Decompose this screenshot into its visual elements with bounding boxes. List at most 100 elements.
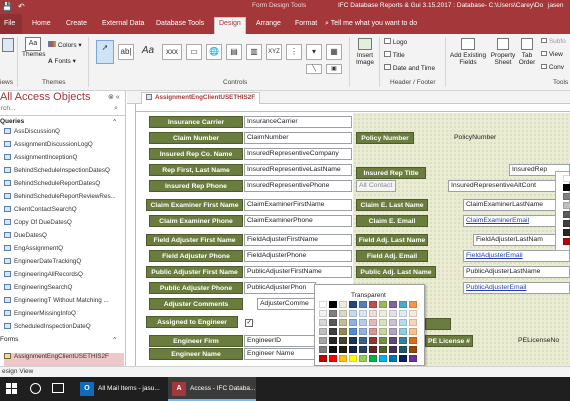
field-adjuster-phone-label[interactable]: Field Adjuster Phone bbox=[149, 250, 243, 262]
subform-button[interactable]: Subfo bbox=[541, 38, 566, 45]
tab-database-tools[interactable]: Database Tools bbox=[152, 18, 208, 29]
nav-item-query[interactable]: AssDiscussionQ bbox=[4, 128, 124, 141]
color-swatch[interactable] bbox=[359, 328, 367, 335]
color-swatch[interactable] bbox=[349, 355, 357, 362]
tab-file[interactable]: File bbox=[0, 14, 22, 34]
button-tool[interactable]: xxx bbox=[162, 44, 182, 60]
insured-rep-phone-field[interactable]: InsuredRepresentivePhone bbox=[244, 180, 352, 192]
insurance-carrier-label[interactable]: Insurance Carrier bbox=[149, 116, 243, 128]
color-swatch[interactable] bbox=[409, 301, 417, 308]
nav-item-query[interactable]: BehindScheduleReportReviewRes... bbox=[4, 193, 124, 206]
tell-me-search[interactable]: ⌕ Tell me what you want to do bbox=[325, 20, 417, 28]
nav-pane-title[interactable]: All Access Objects bbox=[0, 91, 90, 103]
green-label-block[interactable] bbox=[425, 318, 451, 330]
nav-item-query[interactable]: ClientContactSearchQ bbox=[4, 206, 124, 219]
color-swatch[interactable] bbox=[359, 319, 367, 326]
color-swatch[interactable] bbox=[409, 355, 417, 362]
color-swatch[interactable] bbox=[563, 211, 570, 218]
public-adjuster-last-name-field[interactable]: PublicAdjusterLastName bbox=[463, 266, 570, 278]
color-swatch[interactable] bbox=[399, 301, 407, 308]
color-swatch[interactable] bbox=[369, 319, 377, 326]
assigned-to-engineer-checkbox[interactable]: ✓ bbox=[245, 319, 253, 327]
color-swatch[interactable] bbox=[329, 328, 337, 335]
assigned-to-engineer-label[interactable]: Assigned to Engineer bbox=[146, 316, 238, 328]
claim-e-last-name-label[interactable]: Claim E. Last Name bbox=[356, 199, 428, 211]
tab-format[interactable]: Format bbox=[291, 18, 321, 29]
field-adjuster-email-field[interactable]: FieldAdjusterEmail bbox=[463, 250, 570, 262]
public-adjuster-email-field[interactable]: PublicAdjusterEmail bbox=[463, 282, 570, 294]
nav-item-query[interactable]: BehindScheduleInspectionDatesQ bbox=[4, 167, 124, 180]
claim-examiner-first-name-label[interactable]: Claim Examiner First Name bbox=[146, 199, 243, 211]
color-swatch[interactable] bbox=[399, 355, 407, 362]
color-swatch[interactable] bbox=[319, 328, 327, 335]
nav-item-query[interactable]: DueDatesQ bbox=[4, 232, 124, 245]
insured-rep-phone-label[interactable]: Insured Rep Phone bbox=[149, 180, 243, 192]
adjuster-comments-label[interactable]: Adjuster Comments bbox=[149, 298, 243, 310]
claim-number-field[interactable]: ClaimNumber bbox=[244, 132, 352, 144]
color-swatch[interactable] bbox=[379, 328, 387, 335]
color-swatch[interactable] bbox=[349, 346, 357, 353]
color-swatch[interactable] bbox=[563, 202, 570, 209]
color-swatch[interactable] bbox=[389, 310, 397, 317]
taskbar-app-outlook[interactable]: O All Mail Items - jasu... bbox=[76, 377, 166, 401]
claim-examiner-email-field[interactable]: ClaimExaminerEmail bbox=[463, 215, 570, 227]
field-adjuster-first-name-label[interactable]: Field Adjuster First Name bbox=[146, 234, 243, 246]
shutter-close-icon[interactable]: « bbox=[116, 94, 120, 101]
tab-create[interactable]: Create bbox=[62, 18, 91, 29]
view-code-button[interactable]: View bbox=[541, 51, 563, 58]
color-swatch[interactable] bbox=[409, 310, 417, 317]
policy-number-label[interactable]: Policy Number bbox=[356, 132, 414, 144]
web-browser-tool[interactable]: ▤ bbox=[226, 44, 242, 60]
color-swatch[interactable] bbox=[389, 346, 397, 353]
add-existing-fields-button[interactable]: Add Existing Fields bbox=[448, 38, 488, 66]
page-break-tool[interactable]: ⋮ bbox=[286, 44, 302, 60]
undo-icon[interactable]: ↶ bbox=[18, 2, 25, 11]
fonts-button[interactable]: A Fonts ▾ bbox=[48, 57, 76, 65]
color-swatch[interactable] bbox=[369, 346, 377, 353]
nav-item-query[interactable]: EngineerDateTrackingQ bbox=[4, 258, 124, 271]
color-swatch[interactable] bbox=[563, 220, 570, 227]
field-adj-last-name-label[interactable]: Field Adj. Last Name bbox=[356, 234, 428, 246]
policy-number-field[interactable]: PolicyNumber bbox=[451, 132, 570, 144]
claim-number-label[interactable]: Claim Number bbox=[149, 132, 243, 144]
color-swatch[interactable] bbox=[349, 319, 357, 326]
select-pointer-tool[interactable]: ➚ bbox=[96, 40, 114, 64]
nav-item-query[interactable]: ScheduledInspectionDateQ bbox=[4, 323, 124, 336]
pe-license-label[interactable]: PE License # bbox=[425, 335, 473, 347]
combo-box-tool[interactable]: ▾ bbox=[306, 44, 322, 60]
nav-item-query[interactable]: EngAssignmentQ bbox=[4, 245, 124, 258]
color-swatch[interactable] bbox=[359, 301, 367, 308]
color-swatch[interactable] bbox=[409, 319, 417, 326]
line-tool[interactable]: ╲ bbox=[306, 64, 322, 74]
color-swatch[interactable] bbox=[329, 346, 337, 353]
nav-item-query[interactable]: EngineeringSearchQ bbox=[4, 284, 124, 297]
color-swatch[interactable] bbox=[389, 337, 397, 344]
public-adjuster-first-name-label[interactable]: Public Adjuster First Name bbox=[146, 266, 243, 278]
claim-e-email-label[interactable]: Claim E. Email bbox=[356, 215, 428, 227]
textbox-tool[interactable]: ab| bbox=[118, 44, 134, 60]
navigation-control-tool[interactable]: ▥ bbox=[246, 44, 262, 60]
color-swatch[interactable] bbox=[359, 355, 367, 362]
color-swatch[interactable] bbox=[319, 301, 327, 308]
nav-item-query[interactable]: EngineeringT Without Matching ... bbox=[4, 297, 124, 310]
public-adjuster-phone-label[interactable]: Public Adjuster Phone bbox=[149, 282, 243, 294]
field-adj-email-label[interactable]: Field Adj. Email bbox=[356, 250, 428, 262]
color-swatch[interactable] bbox=[319, 310, 327, 317]
engineer-name-label[interactable]: Engineer Name bbox=[149, 348, 243, 360]
tab-control-tool[interactable]: ▭ bbox=[186, 44, 202, 60]
color-swatch[interactable] bbox=[349, 337, 357, 344]
toggle-tool[interactable]: ▣ bbox=[326, 64, 342, 74]
themes-button[interactable]: Aa Themes bbox=[22, 37, 45, 58]
color-swatch[interactable] bbox=[359, 337, 367, 344]
color-swatch[interactable] bbox=[369, 337, 377, 344]
pe-license-field[interactable]: PELicenseNo bbox=[515, 335, 570, 347]
color-swatch[interactable] bbox=[329, 310, 337, 317]
windows-start-icon[interactable] bbox=[6, 383, 18, 395]
tab-external-data[interactable]: External Data bbox=[98, 18, 148, 29]
color-swatch[interactable] bbox=[399, 310, 407, 317]
color-swatch[interactable] bbox=[409, 346, 417, 353]
colors-button[interactable]: Colors ▾ bbox=[48, 41, 82, 49]
tab-design[interactable]: Design bbox=[214, 17, 246, 34]
search-icon[interactable]: ⌕ bbox=[114, 105, 118, 113]
color-swatch[interactable] bbox=[319, 319, 327, 326]
